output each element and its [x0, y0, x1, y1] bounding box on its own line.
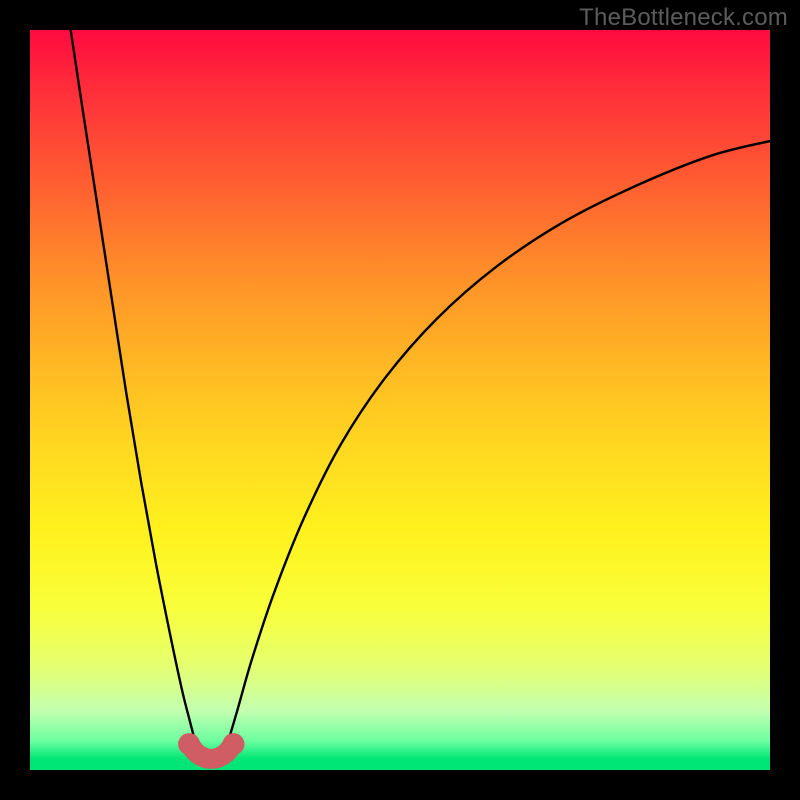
- chart-frame: TheBottleneck.com: [0, 0, 800, 800]
- series-valley-marker-cap: [178, 733, 200, 755]
- curve-layer: [30, 30, 770, 770]
- series-valley-marker-cap: [223, 733, 245, 755]
- series-right-branch: [222, 141, 770, 755]
- series-left-branch: [71, 30, 201, 755]
- watermark-text: TheBottleneck.com: [579, 4, 788, 32]
- plot-area: [30, 30, 770, 770]
